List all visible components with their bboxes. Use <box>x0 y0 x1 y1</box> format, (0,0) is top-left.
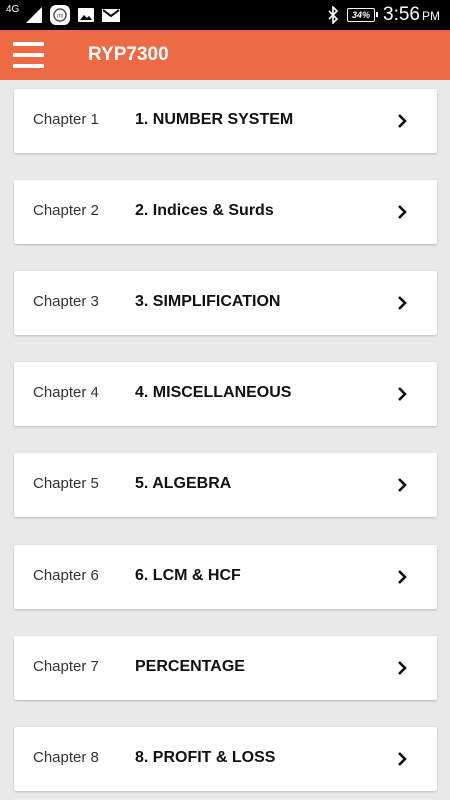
clock-time: 3:56 <box>383 4 420 25</box>
app-title: RYP7300 <box>88 44 169 65</box>
clock: 3:56 PM <box>383 4 440 26</box>
chapter-card-8[interactable]: Chapter 8 8. PROFIT & LOSS <box>14 727 437 791</box>
chapter-label: Chapter 3 <box>33 293 99 310</box>
mail-icon <box>102 9 121 22</box>
bluetooth-icon <box>328 6 339 24</box>
signal-icon <box>26 7 43 23</box>
chapter-card-5[interactable]: Chapter 5 5. ALGEBRA <box>14 453 437 517</box>
chevron-right-icon <box>398 296 407 310</box>
chapter-card-1[interactable]: Chapter 1 1. NUMBER SYSTEM <box>14 89 437 153</box>
chevron-right-icon <box>398 114 407 128</box>
chapter-card-2[interactable]: Chapter 2 2. Indices & Surds <box>14 180 437 244</box>
chapter-label: Chapter 8 <box>33 749 99 766</box>
image-icon <box>78 8 95 22</box>
chapter-title: 8. PROFIT & LOSS <box>135 749 276 766</box>
status-left: 4G mi <box>6 4 121 26</box>
chapter-card-3[interactable]: Chapter 3 3. SIMPLIFICATION <box>14 271 437 335</box>
chapter-card-4[interactable]: Chapter 4 4. MISCELLANEOUS <box>14 362 437 426</box>
chevron-right-icon <box>398 387 407 401</box>
chapter-title: PERCENTAGE <box>135 658 245 675</box>
chapter-title: 1. NUMBER SYSTEM <box>135 111 294 128</box>
chapter-label: Chapter 6 <box>33 567 99 584</box>
chevron-right-icon <box>398 752 407 766</box>
battery-icon: 34% <box>347 8 379 22</box>
notification-mi-icon: mi <box>50 5 71 25</box>
status-bar: 4G mi 34% 3:56 PM <box>0 0 450 30</box>
chapter-label: Chapter 1 <box>33 111 99 128</box>
chevron-right-icon <box>398 205 407 219</box>
app-bar: RYP7300 <box>0 30 450 80</box>
status-right: 34% 3:56 PM <box>327 4 440 26</box>
chapter-card-6[interactable]: Chapter 6 6. LCM & HCF <box>14 545 437 609</box>
svg-text:mi: mi <box>57 14 63 20</box>
chapter-title: 2. Indices & Surds <box>135 202 274 219</box>
clock-ampm: PM <box>422 9 440 23</box>
chapter-title: 3. SIMPLIFICATION <box>135 293 281 310</box>
chapter-title: 5. ALGEBRA <box>135 475 232 492</box>
network-type: 4G <box>6 4 20 15</box>
hamburger-menu-icon[interactable] <box>13 42 44 68</box>
chapter-label: Chapter 5 <box>33 475 99 492</box>
chapter-label: Chapter 7 <box>33 658 99 675</box>
chapter-card-7[interactable]: Chapter 7 PERCENTAGE <box>14 636 437 700</box>
chapter-label: Chapter 4 <box>33 384 99 401</box>
chapter-label: Chapter 2 <box>33 202 99 219</box>
chevron-right-icon <box>398 661 407 675</box>
chapter-title: 6. LCM & HCF <box>135 567 241 584</box>
chapter-title: 4. MISCELLANEOUS <box>135 384 292 401</box>
chevron-right-icon <box>398 570 407 584</box>
chevron-right-icon <box>398 478 407 492</box>
